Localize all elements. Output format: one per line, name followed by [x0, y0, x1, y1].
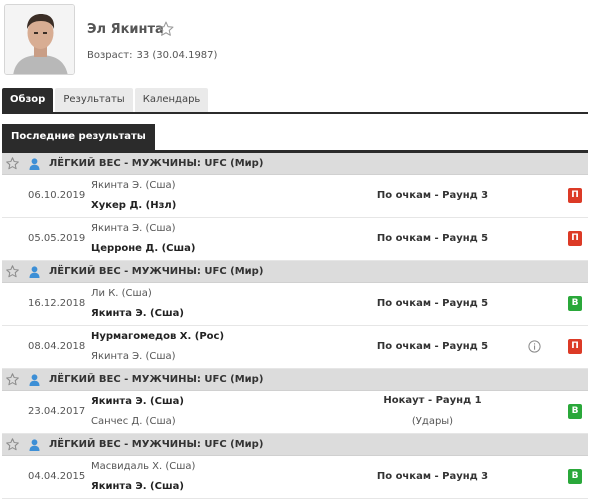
tournament-header[interactable]: ЛЁГКИЙ ВЕС - МУЖЧИНЫ: UFC (Мир) [2, 369, 588, 391]
player-name: Эл Якинта [87, 22, 164, 37]
fighter-1: Якинта Э. (Сша) [91, 223, 176, 234]
favorite-star-icon[interactable] [5, 156, 20, 174]
player-age: Возраст: 33 (30.04.1987) [87, 50, 221, 61]
tournament-title[interactable]: ЛЁГКИЙ ВЕС - МУЖЧИНЫ: UFC (Мир) [49, 434, 263, 456]
match-row[interactable]: 06.10.2019 Якинта Э. (Сша) Хукер Д. (Нзл) П… [2, 175, 588, 218]
match-method: Нокаут - Раунд 1 [383, 395, 482, 406]
tabs-underline [2, 112, 588, 114]
tournament-header[interactable]: ЛЁГКИЙ ВЕС - МУЖЧИНЫ: UFC (Мир) [2, 261, 588, 283]
tournament-title[interactable]: ЛЁГКИЙ ВЕС - МУЖЧИНЫ: UFC (Мир) [49, 369, 263, 391]
match-method: По очкам - Раунд 3 [376, 471, 489, 482]
match-row[interactable]: 04.04.2015 Масвидаль Х. (Сша) Якинта Э. (С… [2, 456, 588, 499]
match-date: 23.04.2017 [28, 406, 86, 417]
match-row[interactable]: 08.04.2018 Нурмагомедов Х. (Рос) Якинта Э.… [2, 326, 588, 369]
fighter-2: Якинта Э. (Сша) [91, 308, 184, 319]
match-method: По очкам - Раунд 3 [376, 190, 489, 201]
person-icon [29, 266, 40, 281]
age-label: Возраст: [87, 50, 133, 61]
fighter-1: Якинта Э. (Сша) [91, 180, 176, 191]
results-list: ЛЁГКИЙ ВЕС - МУЖЧИНЫ: UFC (Мир) 06.10.201… [2, 153, 588, 499]
result-badge: В [568, 469, 582, 484]
person-icon [29, 374, 40, 389]
result-badge: В [568, 404, 582, 419]
favorite-star-icon[interactable] [5, 372, 20, 390]
player-header: Эл Якинта Возраст: 33 (30.04.1987) [0, 0, 597, 84]
match-row[interactable]: 23.04.2017 Якинта Э. (Сша) Санчес Д. (Сша)… [2, 391, 588, 434]
match-row[interactable]: 16.12.2018 Ли К. (Сша) Якинта Э. (Сша) По о… [2, 283, 588, 326]
tournament-title[interactable]: ЛЁГКИЙ ВЕС - МУЖЧИНЫ: UFC (Мир) [49, 153, 263, 175]
player-photo [4, 4, 75, 75]
match-date: 16.12.2018 [28, 298, 86, 309]
match-row[interactable]: 05.05.2019 Якинта Э. (Сша) Церроне Д. (Сша… [2, 218, 588, 261]
tab-overview[interactable]: Обзор [2, 88, 54, 112]
section-title-last-results: Последние результаты [2, 124, 155, 150]
result-badge: В [568, 296, 582, 311]
favorite-star-icon[interactable] [5, 437, 20, 455]
match-method: По очкам - Раунд 5 [376, 341, 489, 352]
result-badge: П [568, 188, 582, 203]
person-icon [29, 439, 40, 454]
person-icon [29, 158, 40, 173]
player-tabs: Обзор Результаты Календарь [2, 88, 210, 112]
match-date: 08.04.2018 [28, 341, 86, 352]
result-badge: П [568, 339, 582, 354]
info-icon[interactable] [528, 340, 541, 356]
match-method: По очкам - Раунд 5 [376, 298, 489, 309]
match-date: 05.05.2019 [28, 233, 86, 244]
fighter-1: Масвидаль Х. (Сша) [91, 461, 196, 472]
favorite-star-icon[interactable] [157, 20, 175, 41]
fighter-1: Нурмагомедов Х. (Рос) [91, 331, 225, 342]
tournament-title[interactable]: ЛЁГКИЙ ВЕС - МУЖЧИНЫ: UFC (Мир) [49, 261, 263, 283]
match-date: 04.04.2015 [28, 471, 86, 482]
tournament-header[interactable]: ЛЁГКИЙ ВЕС - МУЖЧИНЫ: UFC (Мир) [2, 153, 588, 175]
fighter-2: Церроне Д. (Сша) [91, 243, 196, 254]
match-method: По очкам - Раунд 5 [376, 233, 489, 244]
tab-results[interactable]: Результаты [55, 88, 133, 112]
match-date: 06.10.2019 [28, 190, 86, 201]
tournament-header[interactable]: ЛЁГКИЙ ВЕС - МУЖЧИНЫ: UFC (Мир) [2, 434, 588, 456]
tab-calendar[interactable]: Календарь [134, 88, 209, 112]
fighter-1: Ли К. (Сша) [91, 288, 152, 299]
age-value: 33 (30.04.1987) [136, 50, 218, 61]
fighter-1: Якинта Э. (Сша) [91, 396, 184, 407]
fighter-2: Хукер Д. (Нзл) [91, 200, 177, 211]
result-badge: П [568, 231, 582, 246]
match-method-detail: (Удары) [411, 416, 454, 427]
fighter-2: Якинта Э. (Сша) [91, 351, 176, 362]
fighter-2: Якинта Э. (Сша) [91, 481, 184, 492]
fighter-2: Санчес Д. (Сша) [91, 416, 176, 427]
favorite-star-icon[interactable] [5, 264, 20, 282]
